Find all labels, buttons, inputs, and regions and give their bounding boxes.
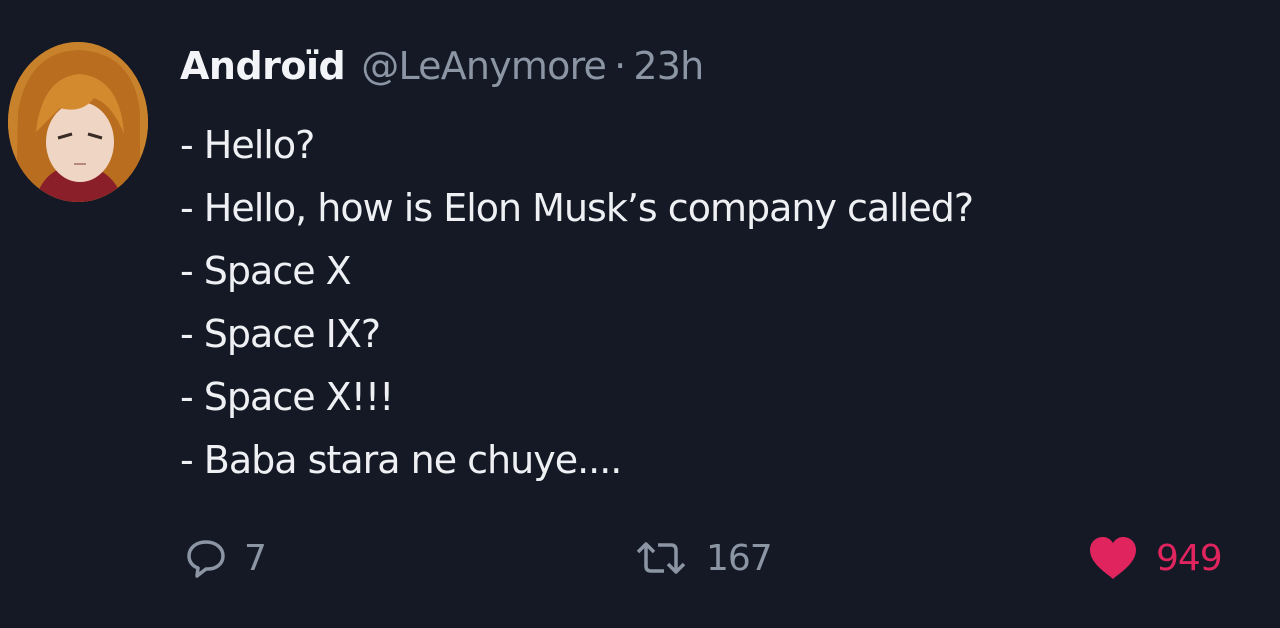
- heart-icon: [1086, 533, 1140, 583]
- tweet-line: - Space IX?: [180, 312, 381, 356]
- retweet-button[interactable]: 167: [632, 528, 773, 588]
- author-display-name[interactable]: Androïd: [180, 44, 346, 88]
- like-button[interactable]: 949: [1086, 528, 1223, 588]
- tweet-timestamp[interactable]: 23h: [633, 44, 704, 88]
- tweet-card[interactable]: Androïd @LeAnymore · 23h - Hello? - Hell…: [0, 0, 1280, 628]
- tweet-line: - Hello?: [180, 123, 315, 167]
- tweet-line: - Space X: [180, 249, 352, 293]
- retweet-count: 167: [706, 537, 773, 579]
- header-separator: ·: [614, 44, 626, 88]
- tweet-header: Androïd @LeAnymore · 23h: [180, 44, 704, 96]
- tweet-text: - Hello? - Hello, how is Elon Musk’s com…: [180, 114, 1240, 492]
- tweet-line: - Space X!!!: [180, 375, 394, 419]
- retweet-icon: [632, 536, 690, 580]
- like-count: 949: [1156, 537, 1223, 579]
- tweet-line: - Baba stara ne chuye....: [180, 438, 622, 482]
- author-handle[interactable]: @LeAnymore: [361, 44, 607, 88]
- reply-count: 7: [244, 537, 267, 579]
- reply-button[interactable]: 7: [184, 528, 267, 588]
- reply-icon: [184, 536, 228, 580]
- tweet-actions: 7 167 949: [0, 528, 1280, 588]
- avatar[interactable]: [8, 42, 148, 202]
- tweet-line: - Hello, how is Elon Musk’s company call…: [180, 186, 974, 230]
- avatar-image: [8, 42, 148, 202]
